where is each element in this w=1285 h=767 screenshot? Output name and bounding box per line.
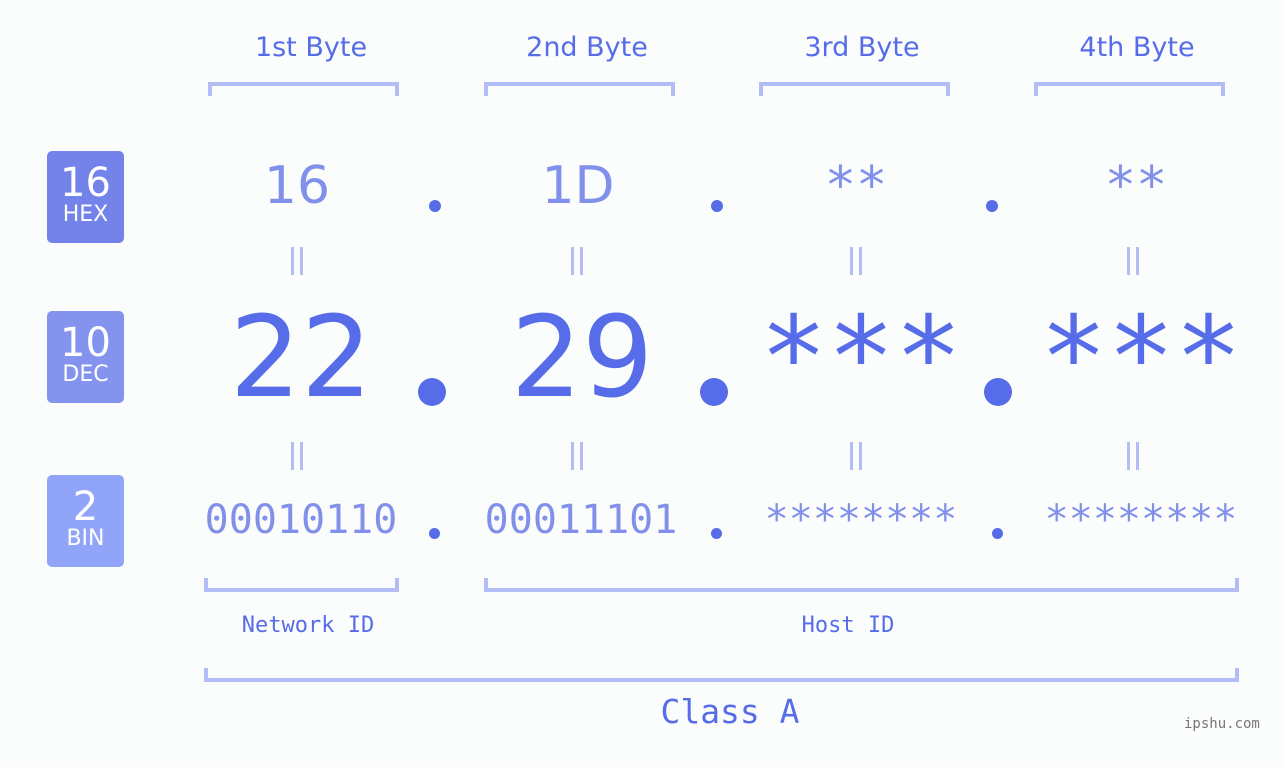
hex-base-number: 16 xyxy=(60,160,111,206)
watermark: ipshu.com xyxy=(1184,716,1260,732)
dec-dot-separator xyxy=(700,378,728,406)
byte-header-3: 3rd Byte xyxy=(804,32,920,63)
bin-base-badge: 2 BIN xyxy=(47,475,124,567)
byte-header-2: 2nd Byte xyxy=(526,32,648,63)
byte-header-1: 1st Byte xyxy=(254,32,368,63)
hex-dot-separator xyxy=(429,200,441,212)
equals-icon xyxy=(291,442,303,470)
equals-icon xyxy=(1127,442,1139,470)
bin-base-number: 2 xyxy=(72,484,99,530)
bin-dot-separator xyxy=(429,528,440,539)
hex-byte-3: ** xyxy=(824,156,888,216)
equals-icon xyxy=(571,247,583,275)
bin-base-label: BIN xyxy=(66,526,105,551)
bin-byte-1: 00010110 xyxy=(204,497,398,543)
bin-byte-3: ******** xyxy=(764,497,958,543)
dec-base-badge: 10 DEC xyxy=(47,311,124,403)
hex-byte-4: ** xyxy=(1104,156,1168,216)
bin-byte-2: 00011101 xyxy=(484,497,678,543)
hex-base-badge: 16 HEX xyxy=(47,151,124,243)
host-id-bracket xyxy=(484,578,1239,592)
dec-byte-3: *** xyxy=(759,293,963,423)
hex-byte-1: 16 xyxy=(263,156,331,216)
network-id-label: Network ID xyxy=(241,613,375,638)
byte-bracket-1 xyxy=(208,82,399,96)
byte-bracket-3 xyxy=(759,82,950,96)
equals-icon xyxy=(1127,247,1139,275)
equals-icon xyxy=(291,247,303,275)
hex-base-label: HEX xyxy=(62,202,109,227)
class-label: Class A xyxy=(660,692,800,731)
class-bracket xyxy=(204,668,1239,682)
dec-dot-separator xyxy=(984,378,1012,406)
bin-dot-separator xyxy=(992,528,1003,539)
equals-icon xyxy=(850,247,862,275)
host-id-label: Host ID xyxy=(801,613,895,638)
dec-byte-1: 22 xyxy=(229,293,373,423)
dec-base-label: DEC xyxy=(62,362,109,387)
bin-dot-separator xyxy=(711,528,722,539)
byte-bracket-4 xyxy=(1034,82,1225,96)
dec-dot-separator xyxy=(418,378,446,406)
dec-byte-2: 29 xyxy=(510,293,654,423)
hex-dot-separator xyxy=(711,200,723,212)
dec-base-number: 10 xyxy=(60,320,111,366)
dec-byte-4: *** xyxy=(1039,293,1243,423)
network-id-bracket xyxy=(204,578,399,592)
hex-dot-separator xyxy=(986,200,998,212)
equals-icon xyxy=(571,442,583,470)
byte-header-4: 4th Byte xyxy=(1079,32,1195,63)
hex-byte-2: 1D xyxy=(541,156,615,216)
equals-icon xyxy=(850,442,862,470)
byte-bracket-2 xyxy=(484,82,675,96)
bin-byte-4: ******** xyxy=(1044,497,1238,543)
